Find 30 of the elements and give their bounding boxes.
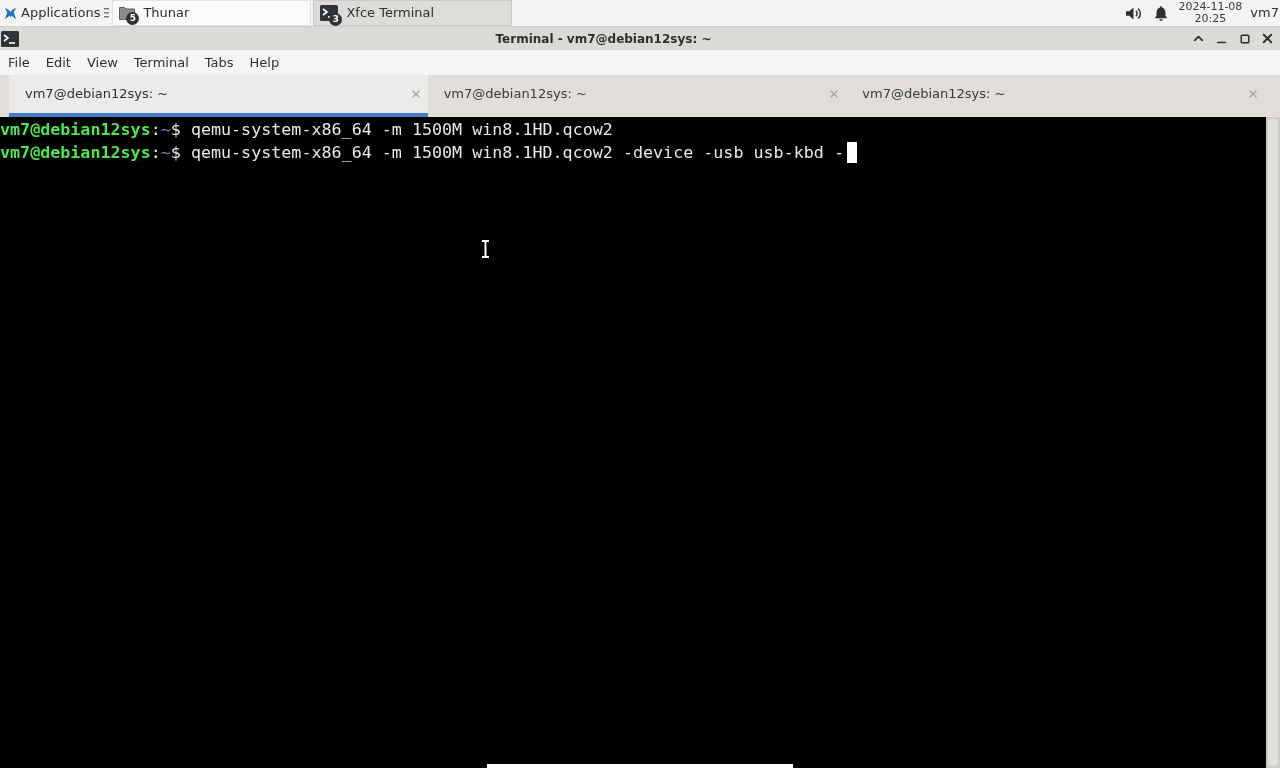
clock-date: 2024-11-08: [1178, 1, 1243, 13]
menu-item[interactable]: Tabs: [196, 52, 242, 73]
ibeam-pointer-icon: [481, 240, 490, 258]
terminal-tab[interactable]: vm7@debian12sys: ~: [427, 75, 847, 117]
window-title: Terminal - vm7@debian12sys: ~: [495, 30, 712, 48]
menu-item[interactable]: Terminal: [125, 52, 197, 73]
menu-item[interactable]: Help: [241, 52, 288, 73]
window-count-badge: 5: [126, 12, 140, 25]
taskbar-button[interactable]: 5 Thunar: [112, 0, 312, 26]
terminal-line: vm7@debian12sys:~$ qemu-system-x86_64 -m 1500M win8.1HD.qcow2: [0, 118, 613, 141]
close-icon[interactable]: [1260, 31, 1275, 46]
terminal-tab[interactable]: vm7@debian12sys: ~: [846, 75, 1265, 117]
terminal-line: vm7@debian12sys:~$ qemu-system-x86_64 -m 1500M win8.1HD.qcow2 -device -usb usb-kbd -: [0, 141, 844, 164]
user-name: vm7: [1250, 4, 1279, 23]
terminal-icon: [1, 30, 19, 47]
notification-bell-icon[interactable]: [1154, 5, 1169, 21]
clock-time: 20:25: [1194, 13, 1227, 25]
taskbar-button[interactable]: 3 Xfce Terminal: [313, 0, 513, 26]
logo-icon: [3, 5, 18, 21]
terminal-icon: [320, 5, 339, 21]
menu-item[interactable]: File: [0, 52, 38, 73]
applications-menu-button[interactable]: Applications: [0, 0, 105, 26]
menu-item[interactable]: View: [78, 52, 126, 73]
terminal-tab[interactable]: vm7@debian12sys: ~: [9, 75, 428, 117]
folder-icon: [119, 6, 136, 20]
panel-handle-icon: [104, 8, 110, 18]
volume-icon[interactable]: [1125, 5, 1143, 21]
window-count-badge: 3: [329, 13, 343, 26]
maximize-icon[interactable]: [1239, 33, 1250, 44]
menu-item[interactable]: Edit: [37, 52, 79, 73]
